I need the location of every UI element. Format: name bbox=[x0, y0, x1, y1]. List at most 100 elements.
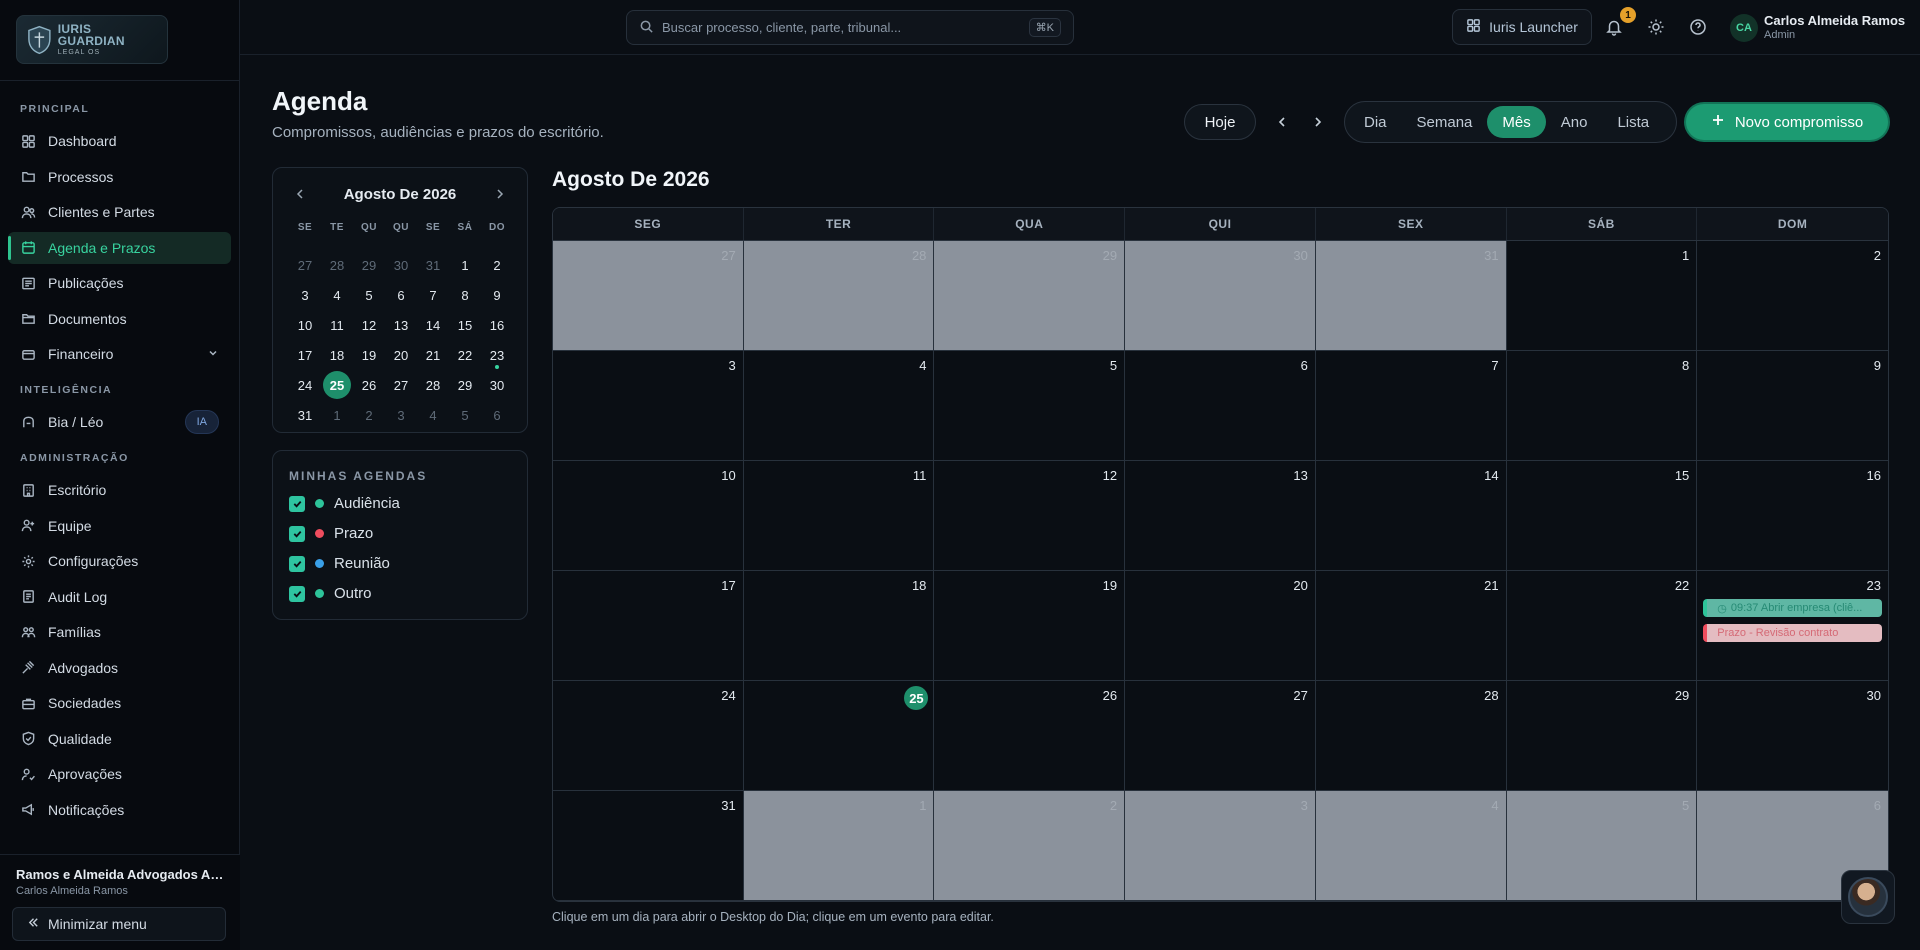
day-cell[interactable]: 14 bbox=[1315, 461, 1507, 571]
today-button[interactable]: Hoje bbox=[1184, 104, 1256, 140]
mini-day[interactable]: 28 bbox=[321, 250, 353, 280]
day-cell[interactable]: 4 bbox=[1315, 791, 1507, 901]
day-cell[interactable]: 6 bbox=[1125, 351, 1316, 461]
mini-day[interactable]: 10 bbox=[289, 310, 321, 340]
view-week-tab[interactable]: Semana bbox=[1402, 106, 1488, 138]
day-cell[interactable]: 13 bbox=[1125, 461, 1316, 571]
day-cell[interactable]: 19 bbox=[934, 571, 1126, 681]
sidebar-item-aprovacoes[interactable]: Aprovações bbox=[8, 758, 231, 790]
mini-day[interactable]: 1 bbox=[449, 250, 481, 280]
day-cell[interactable]: 27 bbox=[1125, 681, 1316, 791]
sidebar-item-dashboard[interactable]: Dashboard bbox=[8, 125, 231, 157]
day-cell[interactable]: 15 bbox=[1506, 461, 1698, 571]
view-day-tab[interactable]: Dia bbox=[1349, 106, 1402, 138]
day-cell[interactable]: 4 bbox=[743, 351, 935, 461]
mini-day[interactable]: 23 bbox=[481, 340, 513, 370]
mini-day[interactable]: 18 bbox=[321, 340, 353, 370]
new-appointment-button[interactable]: Novo compromisso bbox=[1686, 104, 1888, 140]
avatar[interactable]: CA bbox=[1730, 14, 1758, 42]
search-input[interactable]: Buscar processo, cliente, parte, tribuna… bbox=[626, 10, 1074, 45]
mini-day[interactable]: 9 bbox=[481, 280, 513, 310]
mini-day[interactable]: 3 bbox=[385, 400, 417, 430]
mini-day[interactable]: 2 bbox=[353, 400, 385, 430]
mini-day[interactable]: 21 bbox=[417, 340, 449, 370]
sidebar-item-equipe[interactable]: Equipe bbox=[8, 510, 231, 542]
mini-day[interactable]: 3 bbox=[289, 280, 321, 310]
day-cell[interactable]: 31 bbox=[1315, 241, 1507, 351]
chevron-left-icon[interactable] bbox=[1272, 112, 1292, 132]
sun-icon[interactable] bbox=[1645, 16, 1667, 38]
sidebar-item-audit-log[interactable]: Audit Log bbox=[8, 581, 231, 613]
mini-day[interactable]: 7 bbox=[417, 280, 449, 310]
mini-day[interactable]: 6 bbox=[481, 400, 513, 430]
day-cell[interactable]: 24 bbox=[553, 681, 744, 791]
sidebar-item-notificacoes[interactable]: Notificações bbox=[8, 794, 231, 826]
sidebar-item-familias[interactable]: Famílias bbox=[8, 616, 231, 648]
day-cell[interactable]: 9 bbox=[1697, 351, 1888, 461]
day-cell[interactable]: 2 bbox=[934, 791, 1126, 901]
day-cell[interactable]: 3 bbox=[1125, 791, 1316, 901]
day-cell[interactable]: 30 bbox=[1125, 241, 1316, 351]
calendar-filter-reuniao[interactable]: Reunião bbox=[289, 555, 390, 572]
view-list-tab[interactable]: Lista bbox=[1602, 106, 1664, 138]
mini-day[interactable]: 2 bbox=[481, 250, 513, 280]
mini-day[interactable]: 8 bbox=[449, 280, 481, 310]
mini-day[interactable]: 24 bbox=[289, 370, 321, 400]
sidebar-item-sociedades[interactable]: Sociedades bbox=[8, 687, 231, 719]
checkbox-checked-icon[interactable] bbox=[289, 495, 305, 512]
mini-day[interactable]: 5 bbox=[449, 400, 481, 430]
user-name[interactable]: Carlos Almeida Ramos bbox=[1764, 13, 1905, 28]
mini-day[interactable]: 31 bbox=[289, 400, 321, 430]
iuris-launcher-button[interactable]: Iuris Launcher bbox=[1452, 9, 1592, 45]
day-cell[interactable]: 20 bbox=[1125, 571, 1316, 681]
mini-day[interactable]: 17 bbox=[289, 340, 321, 370]
mini-day[interactable]: 30 bbox=[385, 250, 417, 280]
sidebar-item-advogados[interactable]: Advogados bbox=[8, 652, 231, 684]
day-cell[interactable]: 10 bbox=[553, 461, 744, 571]
day-cell[interactable]: 27 bbox=[553, 241, 744, 351]
iuris-guardian-logo[interactable]: IURIS GUARDIAN LEGAL OS bbox=[16, 15, 168, 64]
mini-day[interactable]: 20 bbox=[385, 340, 417, 370]
day-cell[interactable]: 8 bbox=[1506, 351, 1698, 461]
mini-day[interactable]: 5 bbox=[353, 280, 385, 310]
calendar-filter-audiencia[interactable]: Audiência bbox=[289, 495, 400, 512]
day-cell[interactable]: 29 bbox=[934, 241, 1126, 351]
day-cell[interactable]: 22 bbox=[1506, 571, 1698, 681]
day-cell[interactable]: 26 bbox=[934, 681, 1126, 791]
mini-next-month-icon[interactable] bbox=[493, 187, 509, 203]
mini-day[interactable]: 27 bbox=[385, 370, 417, 400]
day-cell[interactable]: 17 bbox=[553, 571, 744, 681]
day-cell[interactable]: 30 bbox=[1697, 681, 1888, 791]
mini-day[interactable]: 12 bbox=[353, 310, 385, 340]
sidebar-item-processos[interactable]: Processos bbox=[8, 161, 231, 193]
mini-day[interactable]: 4 bbox=[417, 400, 449, 430]
day-cell[interactable]: 31 bbox=[553, 791, 744, 901]
mini-day[interactable]: 29 bbox=[353, 250, 385, 280]
day-cell[interactable]: 2 bbox=[1697, 241, 1888, 351]
mini-day[interactable]: 13 bbox=[385, 310, 417, 340]
sidebar-item-qualidade[interactable]: Qualidade bbox=[8, 723, 231, 755]
sidebar-item-agenda[interactable]: Agenda e Prazos bbox=[8, 231, 231, 264]
help-icon[interactable] bbox=[1687, 16, 1709, 38]
mini-day[interactable]: 29 bbox=[449, 370, 481, 400]
sidebar-item-financeiro[interactable]: Financeiro bbox=[8, 338, 231, 370]
day-cell[interactable]: 21 bbox=[1315, 571, 1507, 681]
day-cell[interactable]: 11 bbox=[743, 461, 935, 571]
checkbox-checked-icon[interactable] bbox=[289, 525, 305, 542]
mini-day[interactable]: 31 bbox=[417, 250, 449, 280]
day-cell[interactable]: 23 ◷ 09:37 Abrir empresa (cliê... Prazo - R… bbox=[1697, 571, 1888, 681]
mini-day[interactable]: 28 bbox=[417, 370, 449, 400]
checkbox-checked-icon[interactable] bbox=[289, 585, 305, 602]
day-cell[interactable]: 16 bbox=[1697, 461, 1888, 571]
calendar-filter-outro[interactable]: Outro bbox=[289, 585, 372, 602]
mini-day[interactable]: 30 bbox=[481, 370, 513, 400]
day-cell[interactable]: 18 bbox=[743, 571, 935, 681]
mini-day[interactable]: 11 bbox=[321, 310, 353, 340]
sidebar-item-documentos[interactable]: Documentos bbox=[8, 303, 231, 335]
day-cell[interactable]: 28 bbox=[1315, 681, 1507, 791]
day-cell[interactable]: 29 bbox=[1506, 681, 1698, 791]
minimize-menu-button[interactable]: Minimizar menu bbox=[12, 907, 226, 941]
sidebar-item-bia-leo[interactable]: Bia / Léo IA bbox=[8, 406, 231, 438]
mini-day[interactable]: 19 bbox=[353, 340, 385, 370]
mini-day[interactable]: 14 bbox=[417, 310, 449, 340]
